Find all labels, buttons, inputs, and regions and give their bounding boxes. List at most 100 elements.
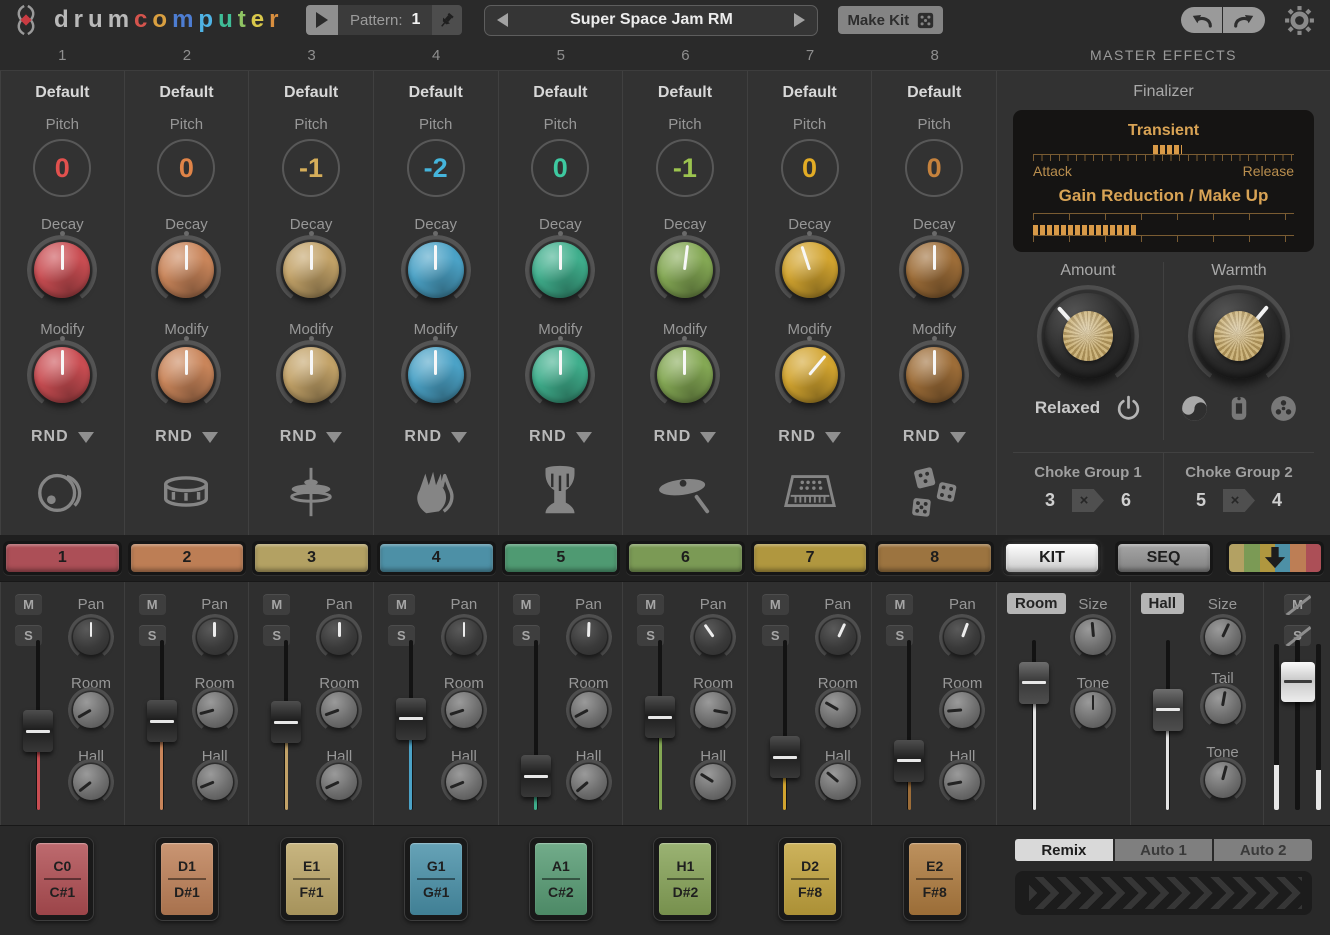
room-send-knob[interactable]	[571, 692, 607, 728]
randomize-button[interactable]: RND	[529, 428, 592, 446]
channel-tab[interactable]: 2	[128, 541, 247, 575]
pan-knob[interactable]	[321, 619, 357, 655]
finalizer-display[interactable]: Transient Attack Release Gain Reduction …	[1013, 110, 1314, 252]
compressor-mode[interactable]: Relaxed	[1035, 398, 1100, 418]
channel-tab[interactable]: 7	[751, 541, 870, 575]
mute-button[interactable]: M	[886, 594, 913, 615]
choke1-left-channel[interactable]: 3	[1045, 490, 1055, 511]
modify-knob[interactable]	[283, 347, 339, 403]
power-icon[interactable]	[1116, 395, 1141, 422]
hall-level-fader[interactable]	[1153, 689, 1183, 731]
instrument-icon[interactable]	[529, 462, 591, 522]
mute-button[interactable]: M	[263, 594, 290, 615]
randomize-button[interactable]: RND	[155, 428, 218, 446]
tab-seq[interactable]: SEQ	[1115, 541, 1213, 575]
decay-knob[interactable]	[782, 242, 838, 298]
channel-tab[interactable]: 8	[875, 541, 994, 575]
randomize-button[interactable]: RND	[778, 428, 841, 446]
instrument-icon[interactable]	[779, 462, 841, 522]
trigger-pad[interactable]: A1 C#2	[529, 837, 593, 921]
mute-button[interactable]: M	[762, 594, 789, 615]
decay-knob[interactable]	[532, 242, 588, 298]
room-send-knob[interactable]	[197, 692, 233, 728]
volume-fader[interactable]	[147, 700, 177, 742]
decay-knob[interactable]	[906, 242, 962, 298]
modify-knob[interactable]	[408, 347, 464, 403]
pitch-knob[interactable]: -1	[282, 139, 340, 197]
engine-name[interactable]: Default	[782, 84, 836, 102]
hall-tail-knob[interactable]	[1205, 688, 1241, 724]
engine-name[interactable]: Default	[907, 84, 961, 102]
pitch-knob[interactable]: 0	[531, 139, 589, 197]
hall-send-knob[interactable]	[446, 764, 482, 800]
master-volume-fader[interactable]	[1281, 662, 1315, 702]
preset-prev-icon[interactable]	[497, 13, 508, 27]
pitch-knob[interactable]: 0	[781, 139, 839, 197]
trigger-pad[interactable]: H1 D#2	[653, 837, 717, 921]
room-send-knob[interactable]	[446, 692, 482, 728]
tab-expand[interactable]	[1226, 541, 1324, 575]
pitch-knob[interactable]: -1	[656, 139, 714, 197]
instrument-icon[interactable]	[654, 462, 716, 522]
hall-send-knob[interactable]	[571, 764, 607, 800]
trigger-pad[interactable]: E2 F#8	[903, 837, 967, 921]
instrument-icon[interactable]	[155, 462, 217, 522]
pan-knob[interactable]	[820, 619, 856, 655]
hall-send-knob[interactable]	[197, 764, 233, 800]
hall-size-knob[interactable]	[1205, 619, 1241, 655]
pin-button[interactable]	[432, 5, 462, 35]
choke1-right-channel[interactable]: 6	[1121, 490, 1131, 511]
tab-kit[interactable]: KIT	[1003, 541, 1101, 575]
mute-button[interactable]: M	[388, 594, 415, 615]
preset-next-icon[interactable]	[794, 13, 805, 27]
randomize-button[interactable]: RND	[404, 428, 467, 446]
choke2-right-channel[interactable]: 4	[1272, 490, 1282, 511]
modify-knob[interactable]	[657, 347, 713, 403]
room-send-knob[interactable]	[820, 692, 856, 728]
volume-fader[interactable]	[894, 740, 924, 782]
volume-fader[interactable]	[396, 698, 426, 740]
pan-knob[interactable]	[446, 619, 482, 655]
modify-knob[interactable]	[532, 347, 588, 403]
hall-send-knob[interactable]	[73, 764, 109, 800]
room-send-knob[interactable]	[695, 692, 731, 728]
trigger-pad[interactable]: D1 D#1	[155, 837, 219, 921]
pan-knob[interactable]	[944, 619, 980, 655]
decay-knob[interactable]	[283, 242, 339, 298]
warmth-knob[interactable]	[1196, 293, 1282, 379]
modify-knob[interactable]	[782, 347, 838, 403]
randomize-button[interactable]: RND	[654, 428, 717, 446]
decay-knob[interactable]	[408, 242, 464, 298]
channel-tab[interactable]: 1	[3, 541, 122, 575]
engine-name[interactable]: Default	[159, 84, 213, 102]
engine-name[interactable]: Default	[658, 84, 712, 102]
auto1-button[interactable]: Auto 1	[1115, 839, 1213, 861]
make-kit-button[interactable]: Make Kit	[838, 6, 943, 34]
tape-mode-icon[interactable]	[1270, 395, 1297, 422]
hall-send-knob[interactable]	[321, 764, 357, 800]
pitch-knob[interactable]: 0	[157, 139, 215, 197]
choke1-clear-icon[interactable]: ×	[1072, 489, 1104, 512]
pitch-knob[interactable]: -2	[407, 139, 465, 197]
mute-button[interactable]: M	[513, 594, 540, 615]
pan-knob[interactable]	[571, 619, 607, 655]
choke2-left-channel[interactable]: 5	[1196, 490, 1206, 511]
trigger-pad[interactable]: C0 C#1	[30, 837, 94, 921]
engine-name[interactable]: Default	[533, 84, 587, 102]
pan-knob[interactable]	[695, 619, 731, 655]
engine-name[interactable]: Default	[35, 84, 89, 102]
room-send-knob[interactable]	[321, 692, 357, 728]
room-send-knob[interactable]	[73, 692, 109, 728]
volume-fader[interactable]	[271, 701, 301, 743]
channel-tab[interactable]: 4	[377, 541, 496, 575]
instrument-icon[interactable]	[903, 462, 965, 522]
pan-knob[interactable]	[197, 619, 233, 655]
modify-knob[interactable]	[34, 347, 90, 403]
volume-fader[interactable]	[23, 710, 53, 752]
randomize-button[interactable]: RND	[31, 428, 94, 446]
room-send-knob[interactable]	[944, 692, 980, 728]
pitch-knob[interactable]: 0	[905, 139, 963, 197]
pitch-knob[interactable]: 0	[33, 139, 91, 197]
decay-knob[interactable]	[34, 242, 90, 298]
modify-knob[interactable]	[906, 347, 962, 403]
